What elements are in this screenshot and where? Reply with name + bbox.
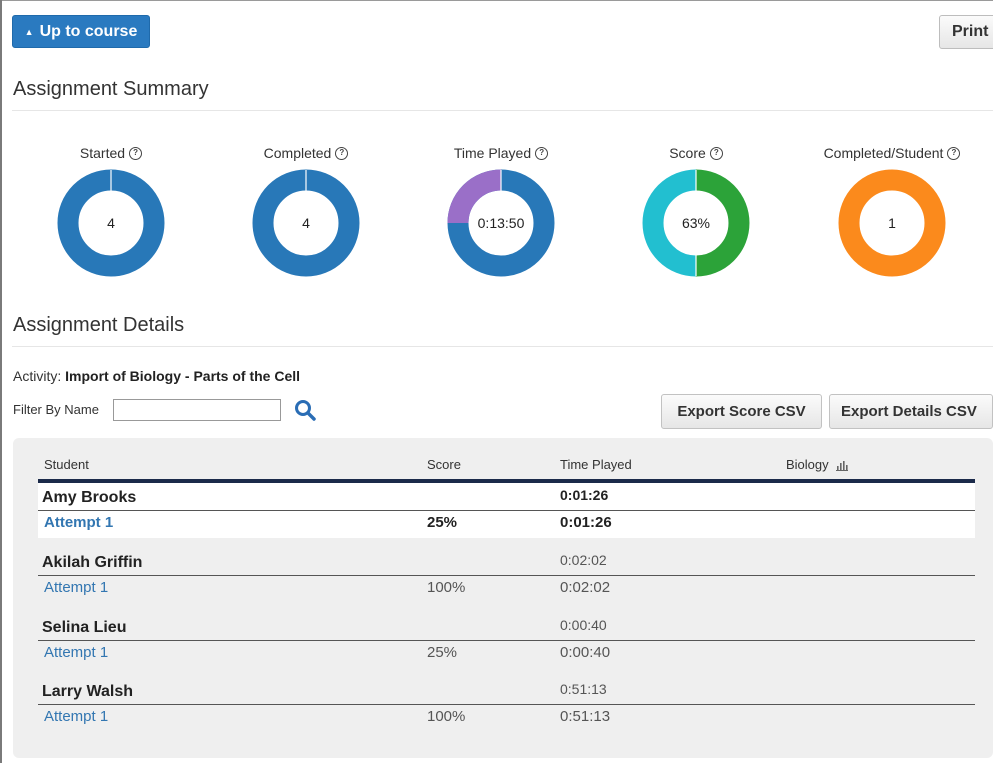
attempt-score: 25%: [427, 514, 458, 531]
row-divider: [38, 510, 975, 511]
row-divider: [38, 640, 975, 641]
student-name: Amy Brooks: [42, 489, 137, 506]
metric-started-label: Started: [79, 145, 126, 161]
row-divider: [38, 575, 975, 576]
metric-score-value: 63%: [682, 215, 710, 231]
window-top-border: [0, 0, 993, 1]
help-icon[interactable]: ?: [709, 146, 723, 160]
metric-completed-per-student-value: 1: [888, 215, 896, 231]
help-icon[interactable]: ?: [535, 146, 549, 160]
student-name: Akilah Griffin: [42, 554, 143, 571]
metric-score: Score ? 63%: [626, 145, 766, 277]
export-details-csv-label: Export Details CSV: [841, 403, 977, 420]
metric-time-played: Time Played ? 0:13:50: [431, 145, 571, 277]
details-divider: [12, 346, 993, 347]
attempt-link[interactable]: Attempt 1: [44, 708, 108, 725]
export-score-csv-label: Export Score CSV: [677, 403, 806, 420]
attempt-score: 100%: [427, 708, 466, 725]
time-played-donut-chart: 0:13:50: [447, 169, 555, 277]
caret-up-icon: ▲: [24, 26, 34, 37]
activity-line: Activity: Import of Biology - Parts of t…: [13, 368, 300, 384]
completed-per-student-donut-chart: 1: [838, 169, 946, 277]
up-to-course-button[interactable]: ▲ Up to course: [12, 15, 150, 48]
column-header-student[interactable]: Student: [44, 457, 89, 472]
attempt-link[interactable]: Attempt 1: [44, 514, 113, 531]
metric-started-value: 4: [107, 215, 115, 231]
summary-divider: [12, 110, 993, 111]
metric-completed: Completed ? 4: [236, 145, 376, 277]
export-score-csv-button[interactable]: Export Score CSV: [661, 394, 822, 429]
column-header-time-played[interactable]: Time Played: [560, 457, 632, 472]
metric-started: Started ? 4: [41, 145, 181, 277]
started-donut-chart: 4: [57, 169, 165, 277]
metric-time-played-label: Time Played: [453, 145, 532, 161]
help-icon[interactable]: ?: [129, 146, 143, 160]
assignment-summary-title: Assignment Summary: [13, 78, 209, 100]
column-header-biology[interactable]: Biology: [786, 457, 849, 472]
metric-score-label: Score: [669, 145, 706, 161]
activity-name: Import of Biology - Parts of the Cell: [65, 368, 301, 384]
bar-chart-icon: [836, 460, 849, 471]
completed-donut-chart: 4: [252, 169, 360, 277]
metric-time-played-value: 0:13:50: [478, 215, 525, 231]
student-time-played: 0:51:13: [560, 681, 607, 697]
activity-prefix: Activity:: [13, 368, 62, 384]
search-icon[interactable]: [293, 398, 317, 422]
filter-by-name-label: Filter By Name: [13, 402, 99, 417]
student-time-played: 0:00:40: [560, 617, 607, 633]
score-donut-chart: 63%: [642, 169, 750, 277]
print-label: Print: [952, 23, 989, 40]
attempt-link[interactable]: Attempt 1: [44, 579, 108, 596]
column-header-score[interactable]: Score: [427, 457, 461, 472]
print-button[interactable]: Print: [939, 15, 993, 49]
attempt-score: 100%: [427, 579, 466, 596]
help-icon[interactable]: ?: [335, 146, 349, 160]
export-details-csv-button[interactable]: Export Details CSV: [829, 394, 993, 429]
metric-completed-per-student: Completed/Student ? 1: [822, 145, 962, 277]
metric-completed-label: Completed: [263, 145, 332, 161]
student-time-played: 0:01:26: [560, 487, 609, 503]
attempt-score: 25%: [427, 644, 458, 661]
attempt-link[interactable]: Attempt 1: [44, 644, 108, 661]
up-to-course-label: Up to course: [39, 22, 138, 40]
student-name: Selina Lieu: [42, 619, 127, 636]
student-time-played: 0:02:02: [560, 552, 607, 568]
attempt-time-played: 0:02:02: [560, 579, 611, 596]
row-divider: [38, 704, 975, 705]
window-left-border: [0, 0, 2, 763]
metric-completed-value: 4: [302, 215, 310, 231]
attempt-time-played: 0:00:40: [560, 644, 611, 661]
metric-completed-per-student-label: Completed/Student: [823, 145, 944, 161]
column-header-biology-label: Biology: [786, 457, 829, 472]
assignment-details-title: Assignment Details: [13, 314, 185, 336]
help-icon[interactable]: ?: [947, 146, 961, 160]
student-name: Larry Walsh: [42, 683, 133, 700]
attempt-time-played: 0:01:26: [560, 514, 612, 531]
attempt-time-played: 0:51:13: [560, 708, 611, 725]
filter-by-name-input[interactable]: [113, 399, 281, 421]
